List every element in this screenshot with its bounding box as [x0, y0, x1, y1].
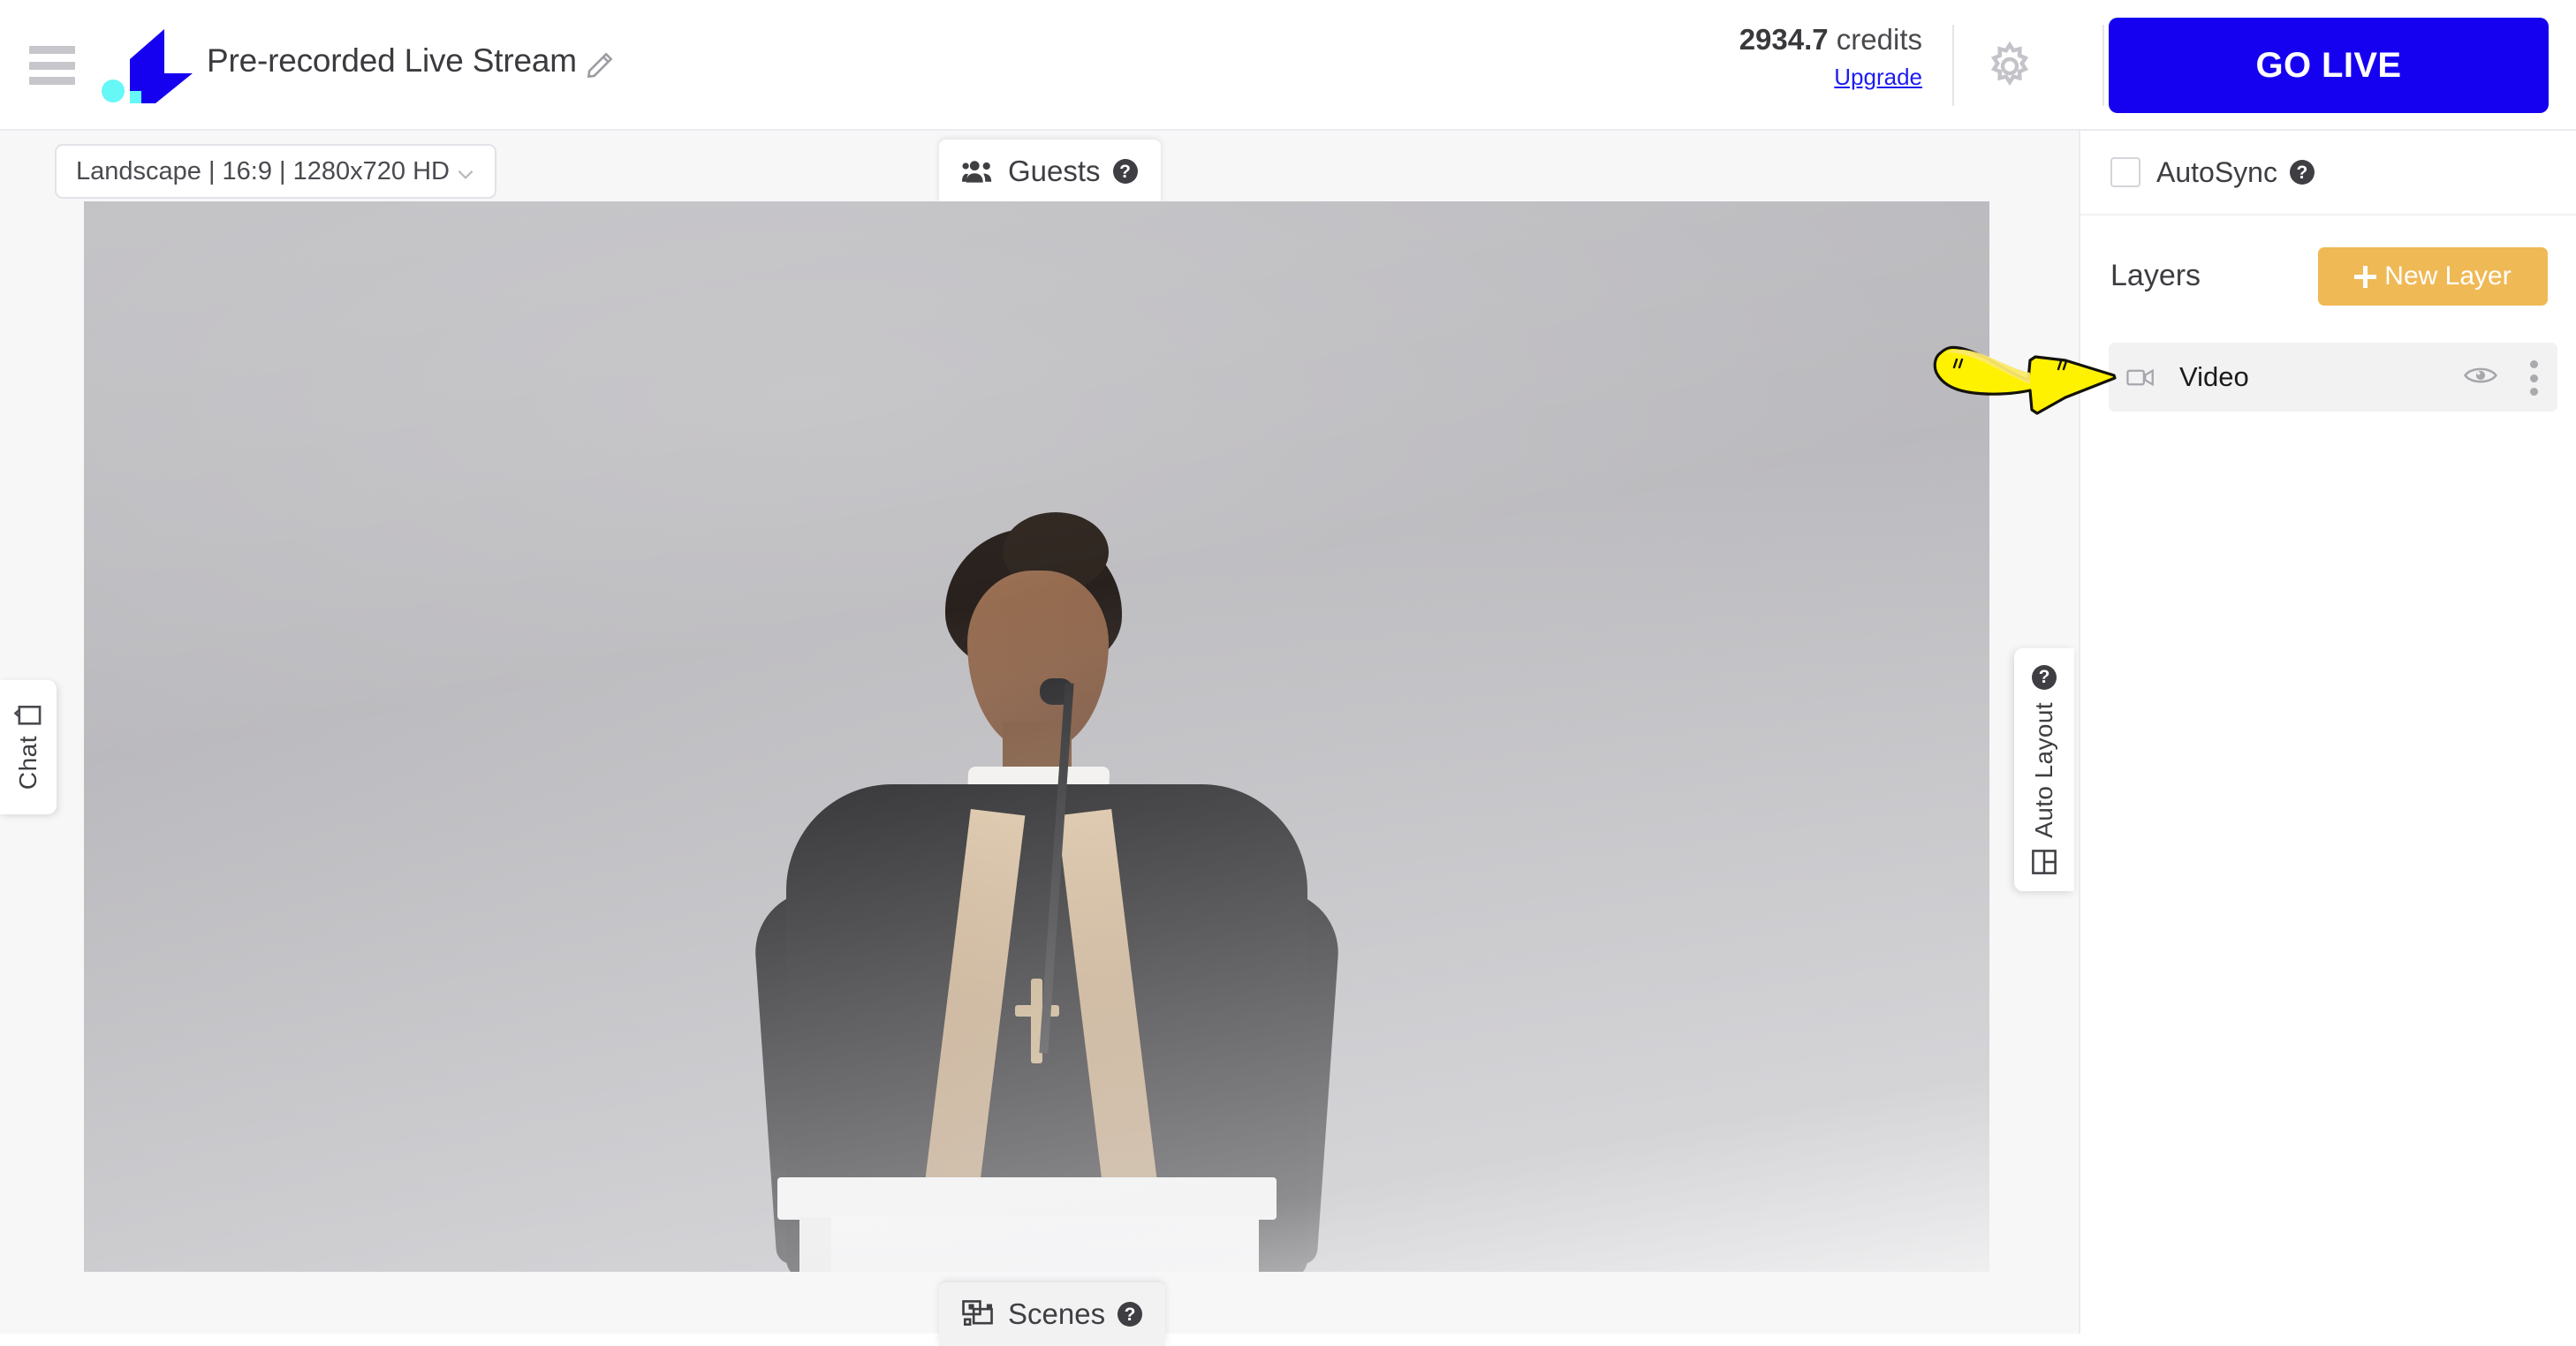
- auto-layout-tab[interactable]: ? Auto Layout: [2014, 648, 2074, 891]
- vertical-dots-icon[interactable]: [2529, 360, 2538, 396]
- credits-block: 2934.7 credits Upgrade: [1657, 23, 1922, 91]
- hamburger-line: [29, 46, 75, 54]
- autosync-help-icon[interactable]: ?: [2289, 160, 2315, 185]
- video-preview[interactable]: [84, 201, 1989, 1272]
- right-panel: AutoSync ? Layers New Layer Video: [2079, 131, 2576, 1334]
- chevron-down-icon: [458, 170, 474, 179]
- scenes-tab[interactable]: Scenes ?: [939, 1282, 1166, 1346]
- upgrade-link[interactable]: Upgrade: [1834, 64, 1922, 91]
- scenes-frames-icon: [962, 1300, 993, 1326]
- preview-light-overlay: [84, 201, 1989, 1272]
- new-layer-button[interactable]: New Layer: [2318, 247, 2548, 306]
- hamburger-line: [29, 61, 75, 70]
- eye-icon[interactable]: [2464, 364, 2497, 387]
- guests-label: Guests: [1008, 155, 1101, 187]
- page-title: Pre-recorded Live Stream: [207, 42, 577, 79]
- new-layer-label: New Layer: [2384, 261, 2512, 291]
- header-divider: [2102, 25, 2104, 106]
- layers-header: Layers New Layer: [2080, 216, 2576, 336]
- video-camera-icon: [2126, 368, 2154, 386]
- credits-text: 2934.7 credits: [1657, 23, 1922, 57]
- auto-layout-label: Auto Layout: [2030, 701, 2057, 838]
- plus-icon: [2354, 265, 2377, 288]
- chat-tab[interactable]: Chat: [0, 680, 57, 814]
- top-bar: Pre-recorded Live Stream 2934.7 credits …: [0, 0, 2576, 131]
- scenes-label: Scenes: [1008, 1297, 1106, 1330]
- dot: [2529, 360, 2538, 368]
- dot: [2529, 388, 2538, 396]
- pencil-icon[interactable]: [583, 49, 617, 82]
- layer-list-item[interactable]: Video: [2109, 343, 2557, 412]
- gear-icon[interactable]: [1982, 39, 2037, 94]
- people-group-icon: [962, 161, 992, 183]
- guests-tab[interactable]: Guests ?: [939, 140, 1161, 203]
- guests-help-icon[interactable]: ?: [1112, 159, 1138, 184]
- autosync-row: AutoSync ?: [2080, 131, 2576, 216]
- auto-layout-help-icon[interactable]: ?: [2032, 664, 2057, 690]
- aspect-ratio-select[interactable]: Landscape | 16:9 | 1280x720 HD: [55, 144, 496, 199]
- scenes-help-icon[interactable]: ?: [1118, 1302, 1143, 1327]
- credits-unit: credits: [1836, 23, 1922, 56]
- chat-bubble-icon: [14, 706, 42, 726]
- autosync-checkbox[interactable]: [2110, 157, 2140, 187]
- hamburger-menu-icon[interactable]: [29, 46, 75, 85]
- chat-tab-label: Chat: [14, 736, 42, 790]
- app-logo[interactable]: [101, 22, 193, 110]
- autosync-label: AutoSync: [2156, 155, 2277, 188]
- header-divider: [1952, 25, 1954, 106]
- hamburger-line: [29, 77, 75, 85]
- dot: [2529, 374, 2538, 382]
- layers-title: Layers: [2110, 258, 2201, 292]
- layer-name: Video: [2179, 361, 2249, 392]
- go-live-button[interactable]: GO LIVE: [2109, 18, 2549, 113]
- credits-value: 2934.7: [1739, 23, 1829, 56]
- layout-grid-icon: [2032, 850, 2057, 875]
- aspect-ratio-value: Landscape | 16:9 | 1280x720 HD: [76, 156, 450, 185]
